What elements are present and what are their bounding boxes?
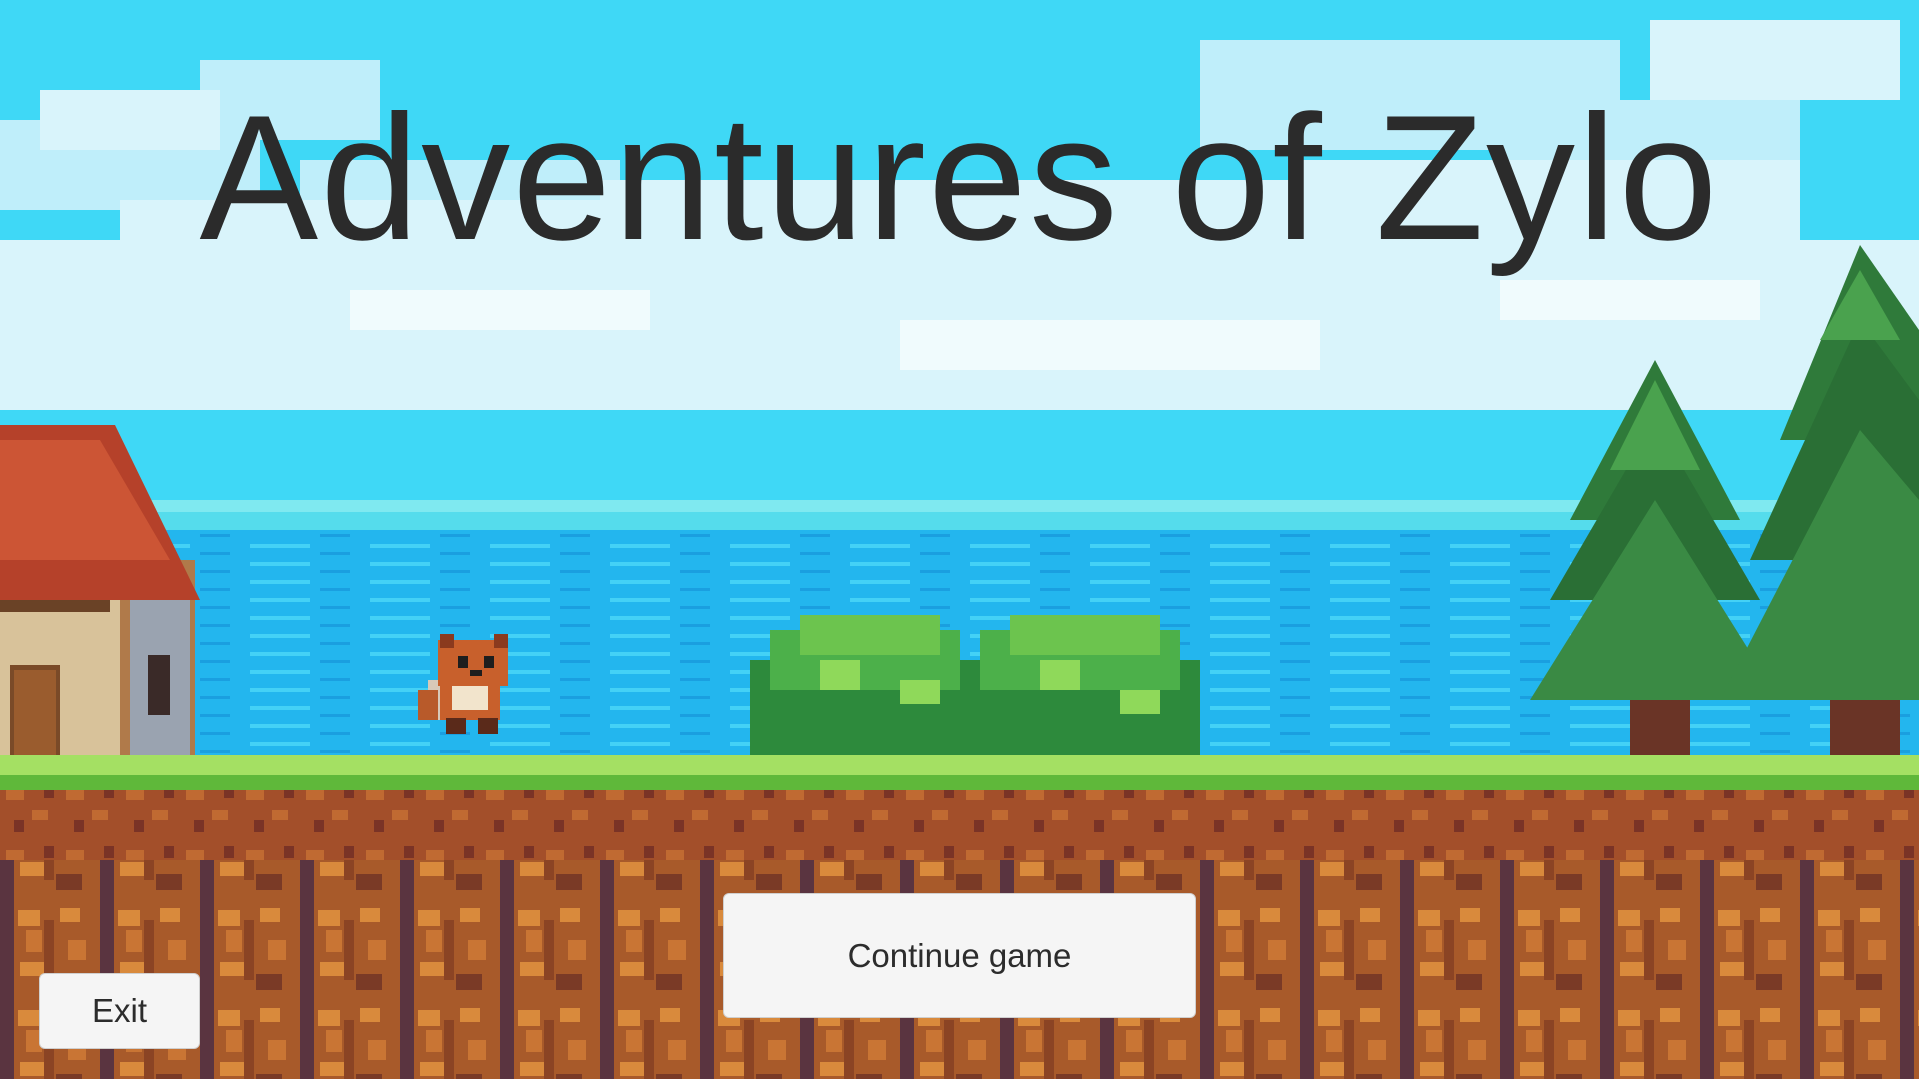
- game-title: Adventures of Zylo: [199, 78, 1720, 277]
- continue-game-button[interactable]: Continue game: [723, 893, 1196, 1018]
- bush-right: [960, 615, 1200, 760]
- exit-button[interactable]: Exit: [39, 973, 200, 1049]
- bush-left: [750, 615, 980, 760]
